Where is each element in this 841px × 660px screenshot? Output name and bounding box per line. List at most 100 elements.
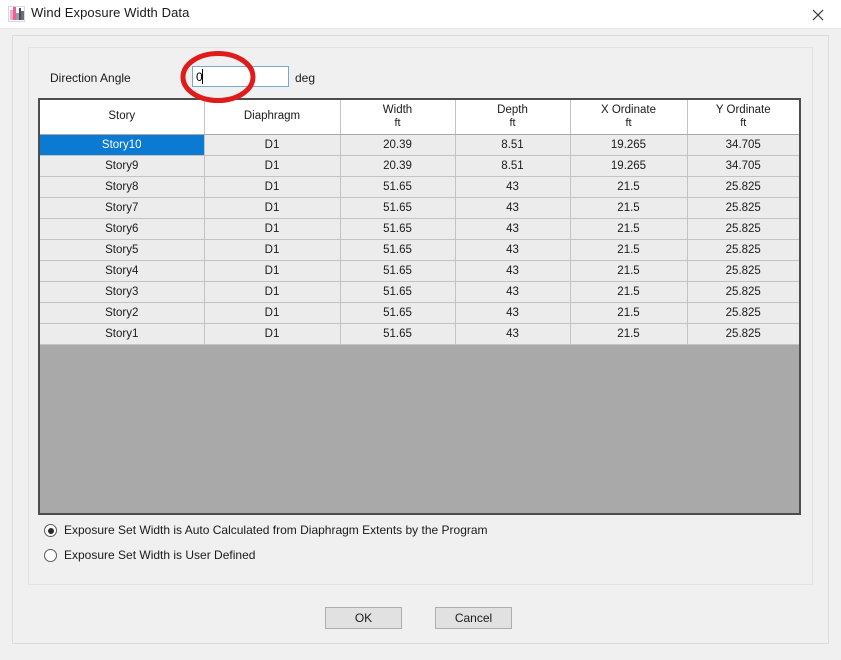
cell-x-ordinate[interactable]: 21.5 bbox=[570, 218, 687, 239]
cell-depth[interactable]: 43 bbox=[455, 260, 570, 281]
table-row[interactable]: Story7D151.654321.525.825 bbox=[40, 197, 799, 218]
cell-y-ordinate[interactable]: 25.825 bbox=[687, 260, 799, 281]
cell-width[interactable]: 51.65 bbox=[340, 218, 455, 239]
cell-diaphragm[interactable]: D1 bbox=[204, 197, 340, 218]
cell-depth[interactable]: 43 bbox=[455, 302, 570, 323]
cell-diaphragm[interactable]: D1 bbox=[204, 260, 340, 281]
cell-story[interactable]: Story7 bbox=[40, 197, 204, 218]
column-header-depth-unit: ft bbox=[456, 117, 570, 130]
cell-depth[interactable]: 43 bbox=[455, 176, 570, 197]
column-header-depth[interactable]: Depth ft bbox=[455, 100, 570, 134]
cell-story[interactable]: Story8 bbox=[40, 176, 204, 197]
cell-x-ordinate[interactable]: 19.265 bbox=[570, 134, 687, 155]
cell-diaphragm[interactable]: D1 bbox=[204, 239, 340, 260]
cell-depth[interactable]: 43 bbox=[455, 218, 570, 239]
cell-story[interactable]: Story2 bbox=[40, 302, 204, 323]
cell-width[interactable]: 51.65 bbox=[340, 302, 455, 323]
cell-x-ordinate[interactable]: 21.5 bbox=[570, 323, 687, 344]
cell-depth[interactable]: 8.51 bbox=[455, 155, 570, 176]
column-header-width-name: Width bbox=[383, 104, 412, 116]
cell-y-ordinate[interactable]: 25.825 bbox=[687, 197, 799, 218]
cell-x-ordinate[interactable]: 21.5 bbox=[570, 302, 687, 323]
cell-width[interactable]: 51.65 bbox=[340, 176, 455, 197]
table-header-row: Story Diaphragm Width ft Depth ft bbox=[40, 100, 799, 134]
cell-width[interactable]: 51.65 bbox=[340, 197, 455, 218]
cell-x-ordinate[interactable]: 21.5 bbox=[570, 281, 687, 302]
cell-x-ordinate[interactable]: 21.5 bbox=[570, 260, 687, 281]
building-bars-icon bbox=[8, 6, 25, 22]
cell-depth[interactable]: 43 bbox=[455, 323, 570, 344]
cell-story[interactable]: Story1 bbox=[40, 323, 204, 344]
wind-exposure-width-dialog: Wind Exposure Width Data Direction Angle… bbox=[0, 0, 841, 660]
cell-diaphragm[interactable]: D1 bbox=[204, 176, 340, 197]
cell-diaphragm[interactable]: D1 bbox=[204, 323, 340, 344]
cell-x-ordinate[interactable]: 21.5 bbox=[570, 176, 687, 197]
table-row[interactable]: Story3D151.654321.525.825 bbox=[40, 281, 799, 302]
cell-diaphragm[interactable]: D1 bbox=[204, 134, 340, 155]
cell-y-ordinate[interactable]: 25.825 bbox=[687, 323, 799, 344]
cell-diaphragm[interactable]: D1 bbox=[204, 281, 340, 302]
title-bar: Wind Exposure Width Data bbox=[0, 0, 841, 29]
column-header-story-name: Story bbox=[108, 110, 135, 122]
table-row[interactable]: Story8D151.654321.525.825 bbox=[40, 176, 799, 197]
cell-x-ordinate[interactable]: 19.265 bbox=[570, 155, 687, 176]
cell-width[interactable]: 51.65 bbox=[340, 281, 455, 302]
cell-width[interactable]: 20.39 bbox=[340, 134, 455, 155]
table-header: Story Diaphragm Width ft Depth ft bbox=[40, 100, 799, 134]
column-header-y-ordinate-unit: ft bbox=[688, 117, 800, 130]
cell-story[interactable]: Story10 bbox=[40, 134, 204, 155]
direction-angle-input[interactable] bbox=[192, 66, 289, 87]
close-icon[interactable] bbox=[795, 0, 841, 28]
cell-story[interactable]: Story5 bbox=[40, 239, 204, 260]
column-header-y-ordinate-name: Y Ordinate bbox=[716, 104, 771, 116]
table-row[interactable]: Story1D151.654321.525.825 bbox=[40, 323, 799, 344]
cell-width[interactable]: 51.65 bbox=[340, 323, 455, 344]
cell-y-ordinate[interactable]: 25.825 bbox=[687, 302, 799, 323]
column-header-depth-name: Depth bbox=[497, 104, 528, 116]
cell-story[interactable]: Story6 bbox=[40, 218, 204, 239]
exposure-width-grid[interactable]: Story Diaphragm Width ft Depth ft bbox=[38, 98, 801, 515]
table-row[interactable]: Story2D151.654321.525.825 bbox=[40, 302, 799, 323]
table-row[interactable]: Story6D151.654321.525.825 bbox=[40, 218, 799, 239]
cell-width[interactable]: 51.65 bbox=[340, 260, 455, 281]
column-header-x-ordinate-name: X Ordinate bbox=[601, 104, 656, 116]
cell-x-ordinate[interactable]: 21.5 bbox=[570, 239, 687, 260]
ok-button[interactable]: OK bbox=[325, 607, 402, 629]
exposure-width-table: Story Diaphragm Width ft Depth ft bbox=[40, 100, 799, 345]
radio-exposure-auto-label: Exposure Set Width is Auto Calculated fr… bbox=[64, 523, 488, 537]
cancel-button[interactable]: Cancel bbox=[435, 607, 512, 629]
cell-width[interactable]: 20.39 bbox=[340, 155, 455, 176]
column-header-x-ordinate-unit: ft bbox=[571, 117, 687, 130]
column-header-story[interactable]: Story bbox=[40, 100, 204, 134]
table-row[interactable]: Story10D120.398.5119.26534.705 bbox=[40, 134, 799, 155]
cell-diaphragm[interactable]: D1 bbox=[204, 218, 340, 239]
cell-x-ordinate[interactable]: 21.5 bbox=[570, 197, 687, 218]
table-body: Story10D120.398.5119.26534.705Story9D120… bbox=[40, 134, 799, 344]
cell-story[interactable]: Story3 bbox=[40, 281, 204, 302]
cell-depth[interactable]: 43 bbox=[455, 197, 570, 218]
column-header-y-ordinate[interactable]: Y Ordinate ft bbox=[687, 100, 799, 134]
cell-y-ordinate[interactable]: 25.825 bbox=[687, 176, 799, 197]
direction-angle-label: Direction Angle bbox=[50, 71, 131, 85]
cell-depth[interactable]: 43 bbox=[455, 281, 570, 302]
column-header-diaphragm-name: Diaphragm bbox=[244, 110, 300, 122]
column-header-diaphragm[interactable]: Diaphragm bbox=[204, 100, 340, 134]
cell-y-ordinate[interactable]: 34.705 bbox=[687, 155, 799, 176]
cell-y-ordinate[interactable]: 34.705 bbox=[687, 134, 799, 155]
cell-depth[interactable]: 8.51 bbox=[455, 134, 570, 155]
cell-diaphragm[interactable]: D1 bbox=[204, 302, 340, 323]
cell-diaphragm[interactable]: D1 bbox=[204, 155, 340, 176]
cell-width[interactable]: 51.65 bbox=[340, 239, 455, 260]
table-row[interactable]: Story5D151.654321.525.825 bbox=[40, 239, 799, 260]
cell-story[interactable]: Story4 bbox=[40, 260, 204, 281]
column-header-width[interactable]: Width ft bbox=[340, 100, 455, 134]
text-caret bbox=[202, 69, 203, 84]
cell-story[interactable]: Story9 bbox=[40, 155, 204, 176]
table-row[interactable]: Story9D120.398.5119.26534.705 bbox=[40, 155, 799, 176]
cell-y-ordinate[interactable]: 25.825 bbox=[687, 239, 799, 260]
cell-y-ordinate[interactable]: 25.825 bbox=[687, 281, 799, 302]
cell-depth[interactable]: 43 bbox=[455, 239, 570, 260]
column-header-x-ordinate[interactable]: X Ordinate ft bbox=[570, 100, 687, 134]
table-row[interactable]: Story4D151.654321.525.825 bbox=[40, 260, 799, 281]
cell-y-ordinate[interactable]: 25.825 bbox=[687, 218, 799, 239]
